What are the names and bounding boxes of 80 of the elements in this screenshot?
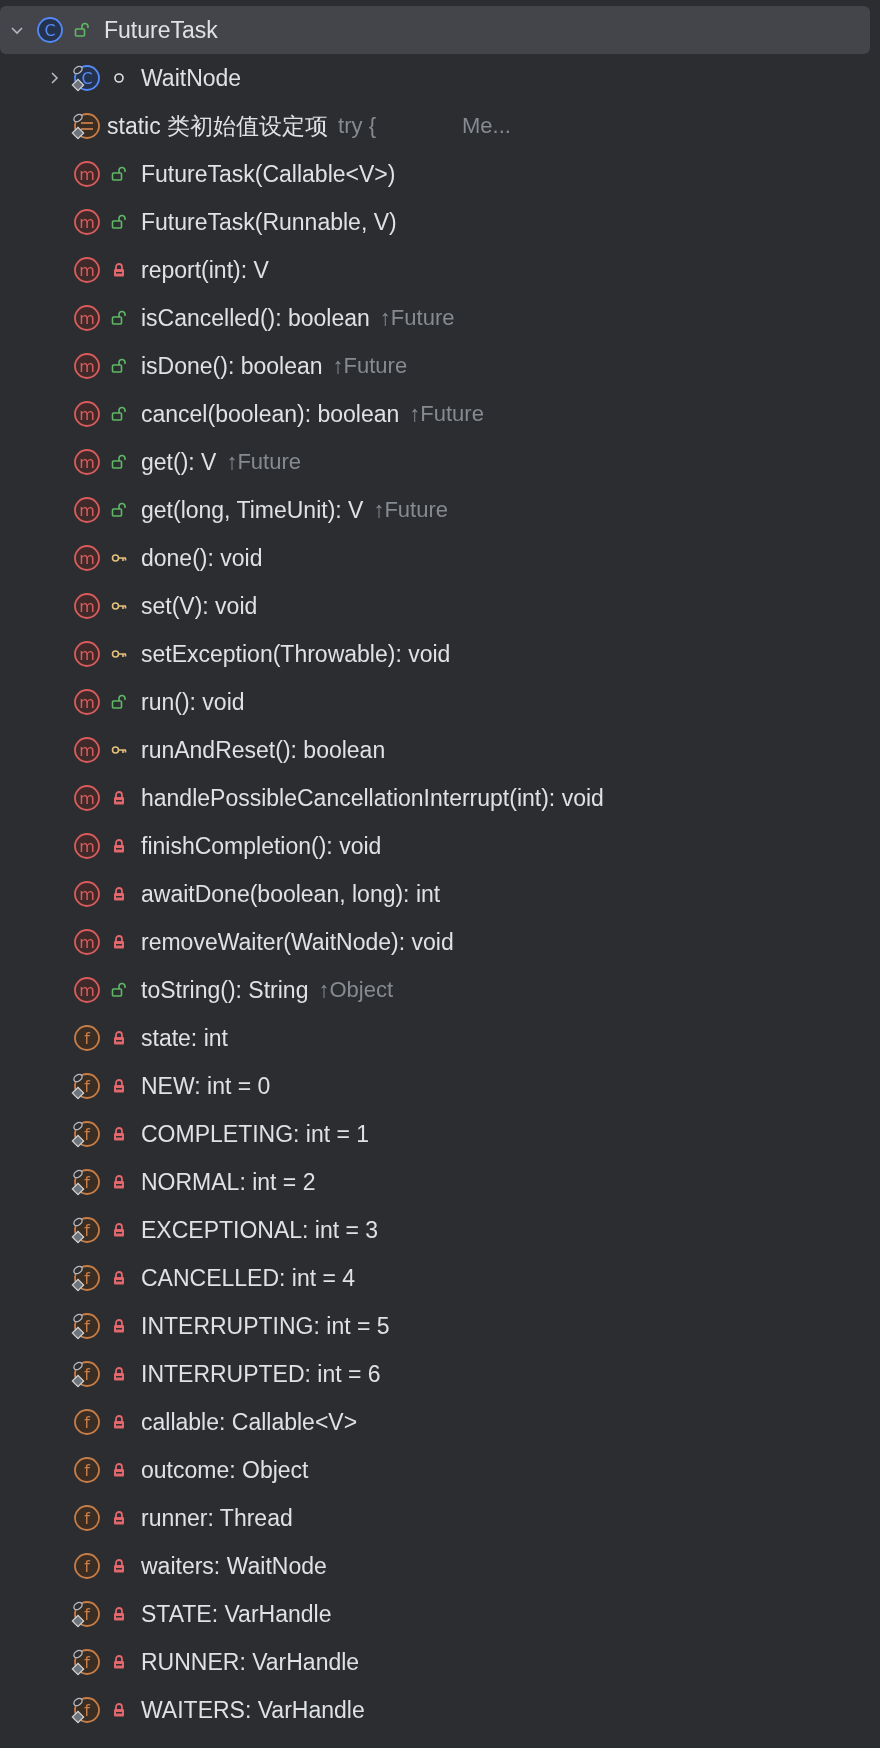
field-icon: f [71, 1311, 101, 1341]
member-name[interactable]: EXCEPTIONAL: int = 3 [141, 1216, 379, 1244]
method-icon: m [71, 879, 101, 909]
hint-text: ↑Future [379, 305, 455, 331]
field-icon: f [71, 1695, 101, 1725]
method-icon: m [71, 927, 101, 957]
member-name[interactable]: get(long, TimeUnit): V [141, 496, 364, 524]
method-icon: m [71, 783, 101, 813]
hint-text: try { [338, 113, 376, 139]
member-name[interactable]: FutureTask [104, 16, 218, 44]
method-icon: m [71, 303, 101, 333]
method-icon: m [71, 735, 101, 765]
member-name[interactable]: set(V): void [141, 592, 258, 620]
class-icon: C [34, 15, 64, 45]
member-name[interactable]: get(): V [141, 448, 217, 476]
method-icon: m [71, 639, 101, 669]
member-name[interactable]: toString(): String [141, 976, 309, 1004]
member-name[interactable]: handlePossibleCancellationInterrupt(int): void [141, 784, 604, 812]
member-name[interactable]: callable: Callable<V> [141, 1408, 358, 1436]
hint-text: ↑Future [332, 353, 408, 379]
member-name[interactable]: setException(Throwable): void [141, 640, 451, 668]
member-name[interactable]: finishCompletion(): void [141, 832, 382, 860]
hint-text: ↑Future [409, 401, 484, 427]
hint-text: Me... [462, 113, 511, 139]
member-name[interactable]: static 类初始值设定项 [107, 110, 329, 142]
field-icon: f [71, 1071, 101, 1101]
method-icon: m [71, 399, 101, 429]
method-icon: m [71, 159, 101, 189]
selected-tree-row[interactable]: C FutureTask [0, 6, 870, 54]
field-icon: f [71, 1215, 101, 1245]
field-icon: f [71, 1119, 101, 1149]
member-name[interactable]: outcome: Object [141, 1456, 309, 1484]
member-name[interactable]: done(): void [141, 544, 263, 572]
member-name[interactable]: state: int [141, 1024, 228, 1052]
field-icon: f [71, 1455, 101, 1485]
member-name[interactable]: NEW: int = 0 [141, 1072, 271, 1100]
hint-text: ↑Future [226, 449, 301, 475]
member-name[interactable]: RUNNER: VarHandle [141, 1648, 360, 1676]
method-icon: m [71, 495, 101, 525]
method-icon: m [71, 255, 101, 285]
member-name[interactable]: INTERRUPTING: int = 5 [141, 1312, 390, 1340]
method-icon: m [71, 447, 101, 477]
field-icon: f [71, 1551, 101, 1581]
member-name[interactable]: run(): void [141, 688, 245, 716]
method-icon: m [71, 207, 101, 237]
member-name[interactable]: INTERRUPTED: int = 6 [141, 1360, 381, 1388]
member-name[interactable]: awaitDone(boolean, long): int [141, 880, 441, 908]
method-icon: m [71, 831, 101, 861]
member-name[interactable]: STATE: VarHandle [141, 1600, 332, 1628]
member-name[interactable]: isCancelled(): boolean [141, 304, 370, 332]
field-icon: f [71, 1599, 101, 1629]
member-name[interactable]: isDone(): boolean [141, 352, 323, 380]
field-icon: f [71, 1647, 101, 1677]
member-name[interactable]: COMPLETING: int = 1 [141, 1120, 370, 1148]
hint-text: ↑Future [373, 497, 448, 523]
method-icon: m [71, 543, 101, 573]
field-icon: f [71, 1503, 101, 1533]
method-icon: m [71, 351, 101, 381]
member-name[interactable]: report(int): V [141, 256, 269, 284]
field-icon: f [71, 1263, 101, 1293]
method-icon: m [71, 591, 101, 621]
field-icon: f [71, 1023, 101, 1053]
member-name[interactable]: removeWaiter(WaitNode): void [141, 928, 454, 956]
method-icon: m [71, 687, 101, 717]
field-icon: f [71, 1359, 101, 1389]
member-name[interactable]: FutureTask(Runnable, V) [141, 208, 397, 236]
field-icon: f [71, 1167, 101, 1197]
member-name[interactable]: waiters: WaitNode [141, 1552, 327, 1580]
member-name[interactable]: runner: Thread [141, 1504, 293, 1532]
member-name[interactable]: cancel(boolean): boolean [141, 400, 400, 428]
member-name[interactable]: FutureTask(Callable<V>) [141, 160, 396, 188]
field-icon: f [71, 1407, 101, 1437]
member-name[interactable]: runAndReset(): boolean [141, 736, 386, 764]
member-name[interactable]: WaitNode [141, 64, 242, 92]
method-icon: m [71, 975, 101, 1005]
hint-text: ↑Object [318, 977, 394, 1003]
member-name[interactable]: CANCELLED: int = 4 [141, 1264, 356, 1292]
class-icon: C [71, 63, 101, 93]
member-name[interactable]: WAITERS: VarHandle [141, 1696, 365, 1724]
member-name[interactable]: NORMAL: int = 2 [141, 1168, 316, 1196]
